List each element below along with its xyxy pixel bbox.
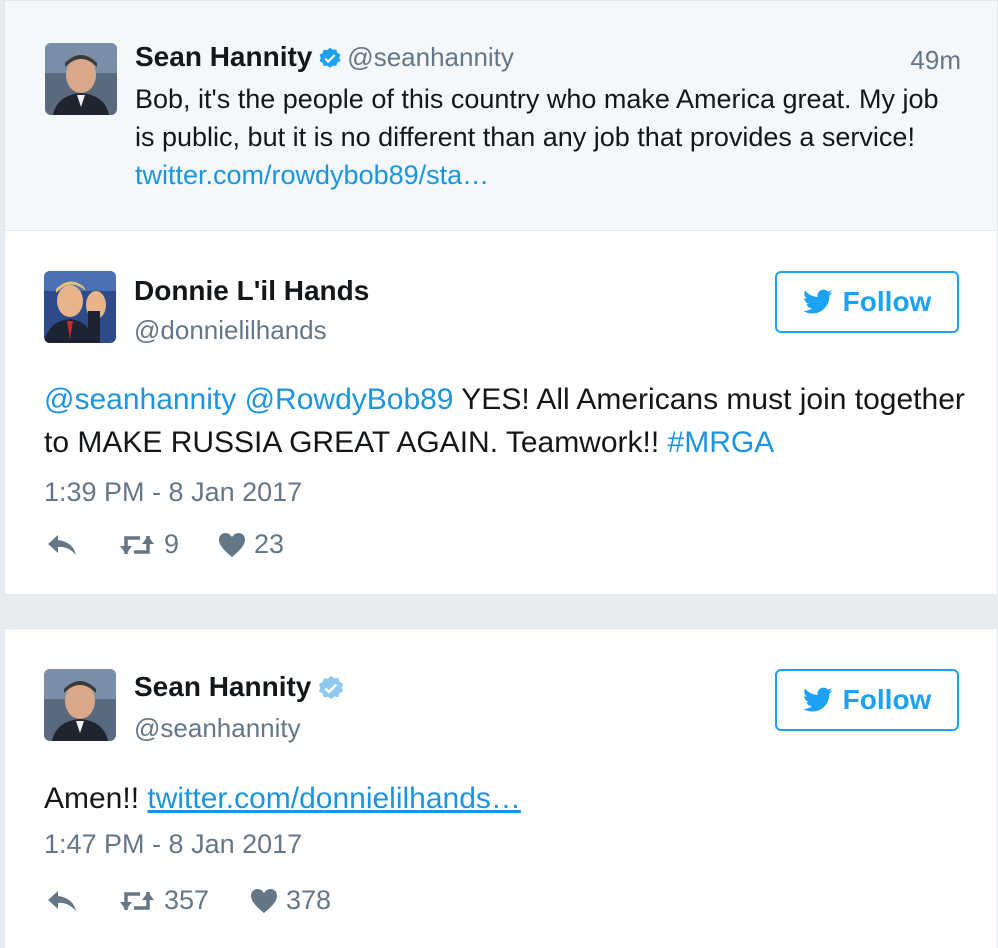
like-button[interactable]: 23 <box>218 529 284 560</box>
like-icon <box>251 888 277 913</box>
follow-button[interactable]: Follow <box>775 669 959 731</box>
author-name[interactable]: Sean Hannity <box>134 671 311 702</box>
tweet-timestamp[interactable]: 1:47 PM - 8 Jan 2017 <box>44 829 302 860</box>
retweet-icon <box>120 535 154 554</box>
avatar-donnie-lilhands[interactable] <box>44 271 116 343</box>
tweet-body: Bob, it's the people of this country who… <box>135 84 939 152</box>
tweet-header: Sean Hannity <box>134 671 346 709</box>
follow-button[interactable]: Follow <box>775 271 959 333</box>
tweet-text: @seanhannity @RowdyBob89 YES! All Americ… <box>44 378 974 464</box>
follow-label: Follow <box>842 684 932 715</box>
retweet-icon <box>120 891 154 910</box>
author-handle[interactable]: @donnielilhands <box>134 315 327 346</box>
author-handle[interactable]: @seanhannity <box>134 713 301 744</box>
retweet-button[interactable]: 9 <box>118 529 218 560</box>
follow-label: Follow <box>842 286 932 317</box>
avatar-sean-hannity[interactable] <box>44 669 116 741</box>
like-button[interactable]: 378 <box>250 885 331 916</box>
tweet-link[interactable]: twitter.com/rowdybob89/sta… <box>135 160 489 190</box>
parent-tweet[interactable]: Sean Hannity @seanhannity 49m Bob, it's … <box>4 0 998 230</box>
reply-button[interactable] <box>46 889 118 913</box>
tweet-card-sean: Sean Hannity @seanhannity Follow Amen!! … <box>4 628 998 948</box>
like-icon <box>219 532 245 557</box>
author-name[interactable]: Sean Hannity <box>135 41 312 72</box>
verified-icon <box>316 674 346 709</box>
tweet-body: Amen!! <box>44 782 148 815</box>
retweet-count: 357 <box>164 885 210 915</box>
retweet-button[interactable]: 357 <box>118 885 250 916</box>
hashtag-link[interactable]: #MRGA <box>668 426 775 459</box>
reply-button[interactable] <box>46 533 118 557</box>
author-name[interactable]: Donnie L'il Hands <box>134 275 369 307</box>
tweet-card-donnie: Donnie L'il Hands @donnielilhands Follow… <box>4 230 998 595</box>
mention-link[interactable]: @seanhannity <box>44 383 236 416</box>
retweet-count: 9 <box>164 529 180 559</box>
like-count: 378 <box>286 885 332 915</box>
twitter-bird-icon <box>802 687 833 712</box>
author-handle[interactable]: @seanhannity <box>347 42 514 72</box>
like-count: 23 <box>254 529 285 559</box>
parent-tweet-text: Bob, it's the people of this country who… <box>135 80 945 194</box>
avatar-sean-hannity[interactable] <box>45 43 117 115</box>
tweet-text: Amen!! twitter.com/donnielilhands… <box>44 777 974 820</box>
tweet-actions: 357 378 <box>46 885 331 916</box>
twitter-bird-icon <box>802 289 833 314</box>
tweet-time[interactable]: 49m <box>910 45 961 76</box>
reply-icon <box>48 890 76 911</box>
tweet-link[interactable]: twitter.com/donnielilhands… <box>147 782 521 815</box>
reply-icon <box>48 534 76 555</box>
tweet-timestamp[interactable]: 1:39 PM - 8 Jan 2017 <box>44 477 302 508</box>
parent-tweet-header: Sean Hannity @seanhannity <box>135 41 514 77</box>
verified-icon <box>317 46 343 77</box>
tweet-actions: 9 23 <box>46 529 284 560</box>
mention-link[interactable]: @RowdyBob89 <box>245 383 454 416</box>
